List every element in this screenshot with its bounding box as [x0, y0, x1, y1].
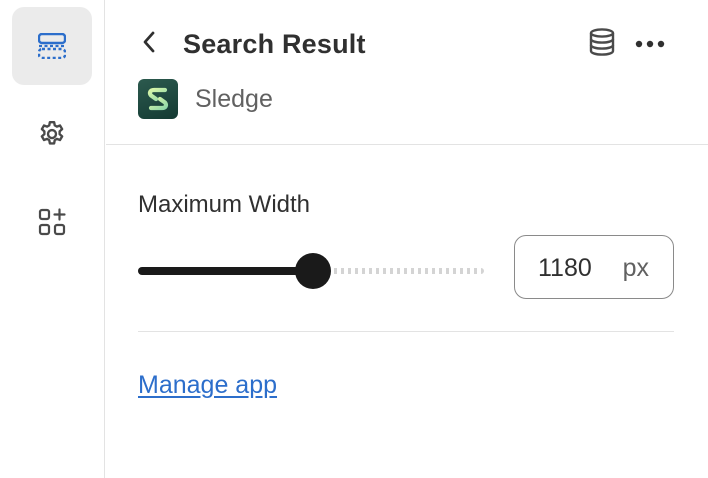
- apps-add-icon: [38, 208, 66, 236]
- divider: [138, 331, 674, 332]
- page-title: Search Result: [183, 29, 366, 59]
- max-width-value: 1180: [538, 254, 592, 282]
- settings-panel: Search Result Sledge Maximum Width 1180 …: [106, 0, 708, 478]
- sledge-logo-icon: [138, 79, 178, 119]
- database-icon: [589, 27, 615, 61]
- max-width-slider[interactable]: [138, 252, 484, 290]
- data-source-button[interactable]: [584, 26, 620, 62]
- settings-button[interactable]: [12, 95, 92, 173]
- chevron-left-icon: [142, 30, 156, 59]
- more-actions-button[interactable]: [631, 26, 669, 62]
- max-width-label: Maximum Width: [138, 191, 311, 218]
- layout-sections-icon: [38, 33, 66, 59]
- apps-button[interactable]: [12, 183, 92, 261]
- gear-icon: [37, 119, 67, 149]
- app-source: Sledge: [138, 79, 273, 119]
- panel-header: Search Result Sledge: [106, 0, 708, 145]
- more-horizontal-icon: [635, 35, 665, 53]
- sections-button[interactable]: [12, 7, 92, 85]
- icon-rail: [0, 0, 105, 478]
- app-name: Sledge: [195, 84, 273, 113]
- slider-fill: [138, 267, 313, 275]
- max-width-input[interactable]: 1180 px: [514, 235, 674, 299]
- manage-app-link[interactable]: Manage app: [138, 371, 277, 400]
- back-button[interactable]: [136, 28, 162, 60]
- slider-thumb[interactable]: [295, 253, 331, 289]
- max-width-unit: px: [622, 254, 649, 282]
